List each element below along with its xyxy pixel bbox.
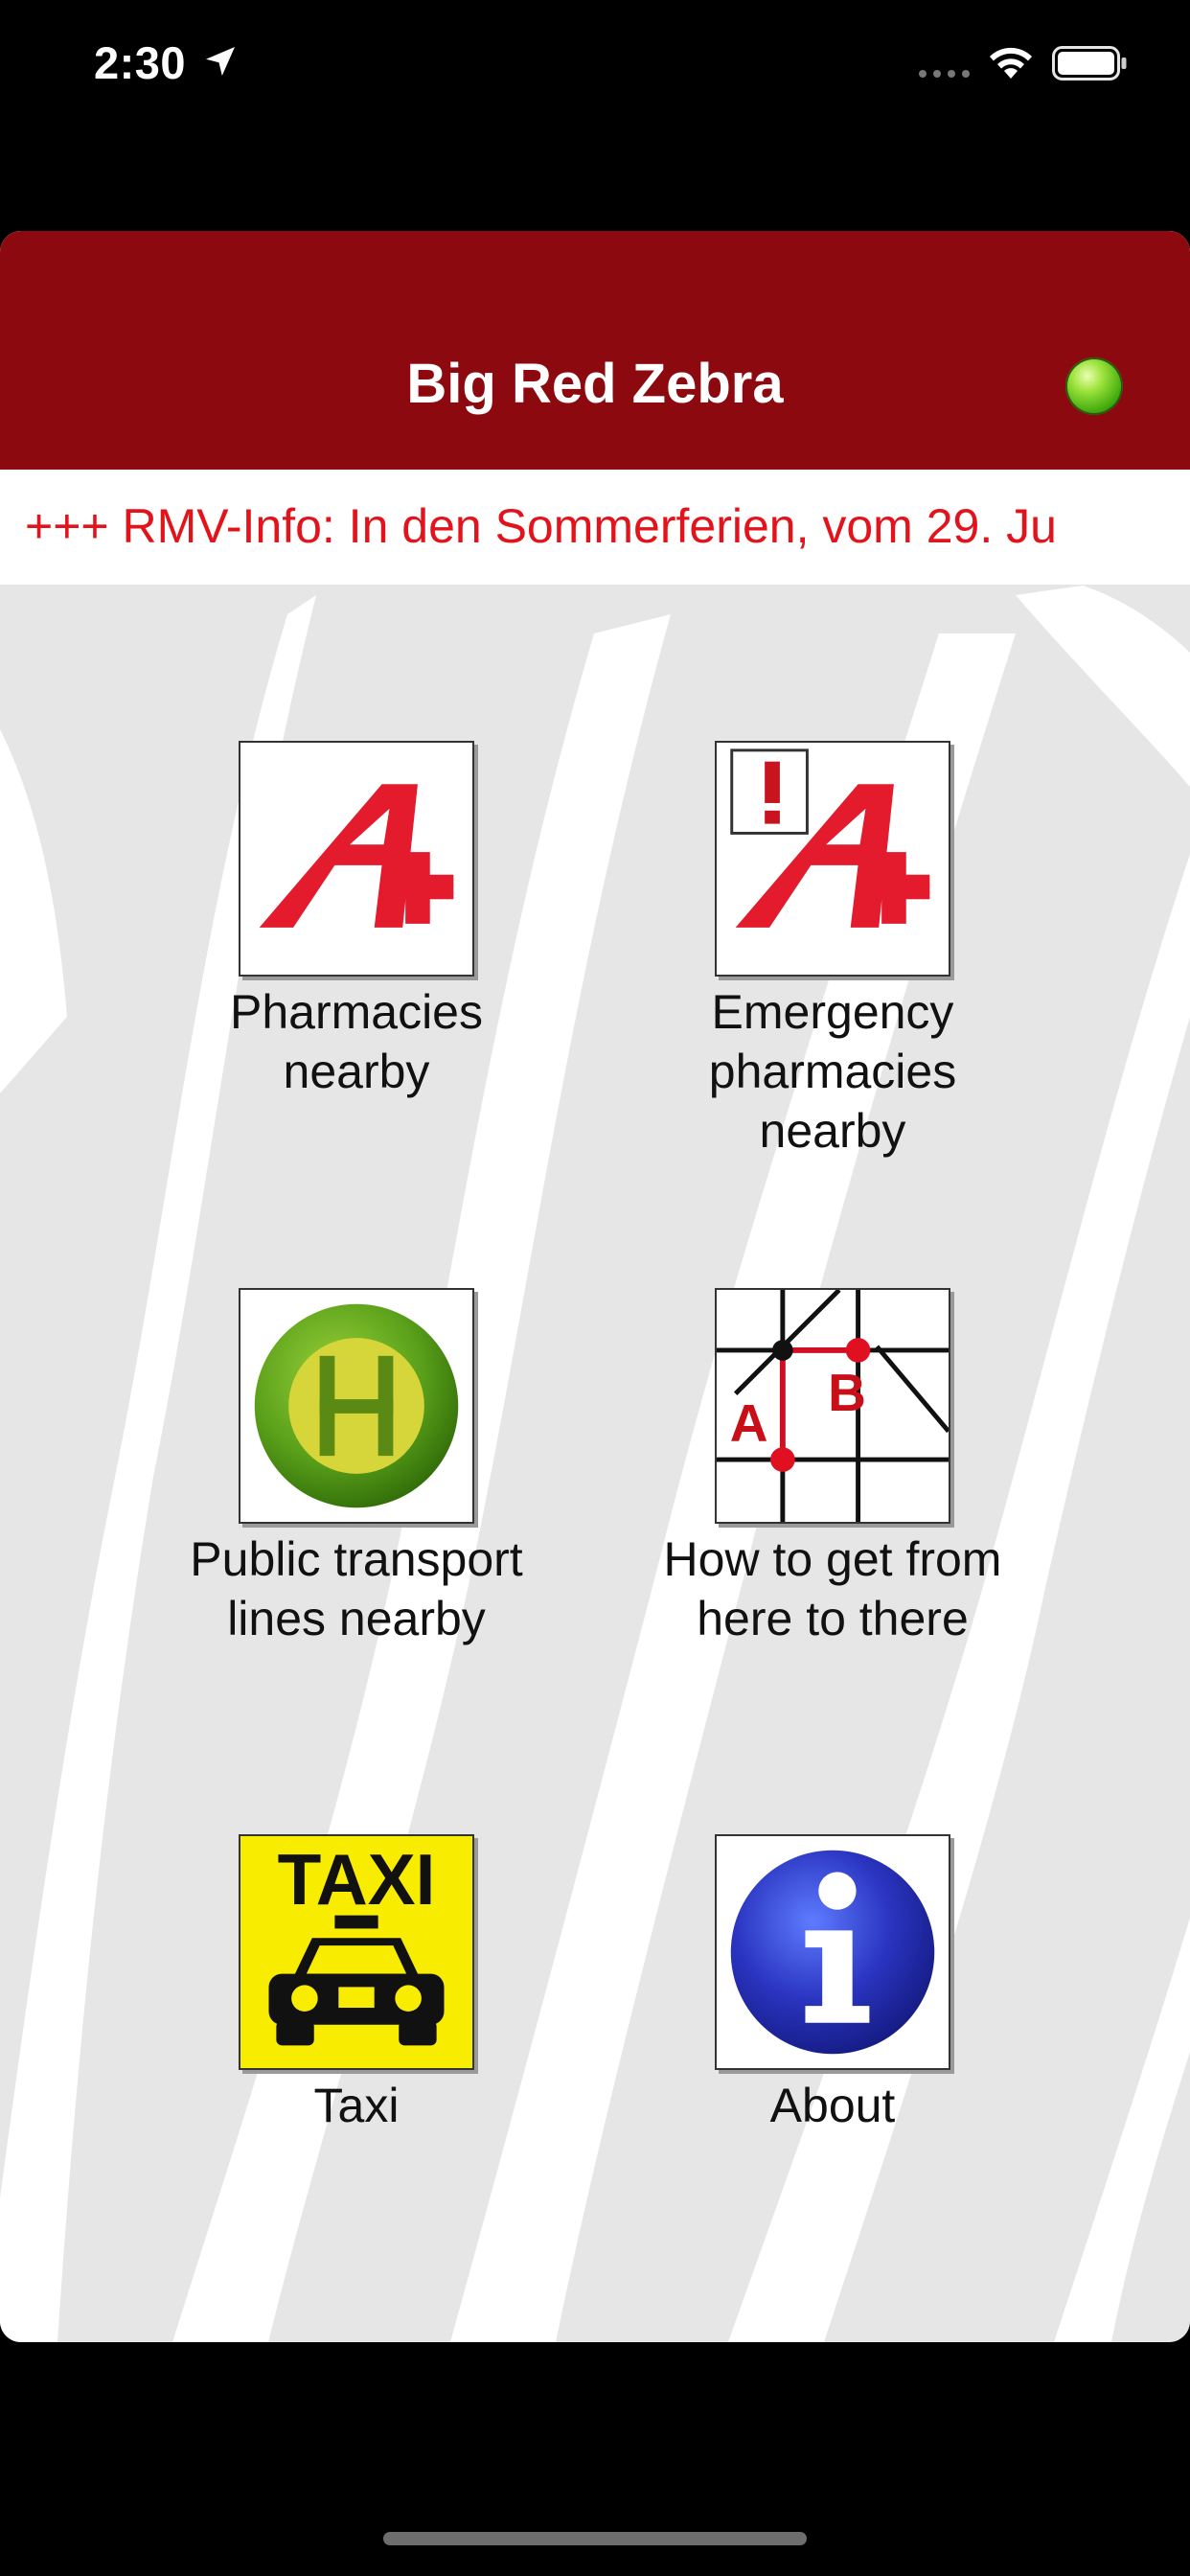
tile-label: How to get from here to there bbox=[663, 1532, 1002, 1645]
svg-text:B: B bbox=[828, 1363, 866, 1422]
status-time: 2:30 bbox=[94, 37, 187, 88]
navigation-bar: Big Red Zebra bbox=[0, 231, 1190, 470]
info-icon bbox=[715, 1834, 950, 2070]
connection-status-indicator bbox=[1065, 357, 1123, 415]
bus-stop-h-icon bbox=[239, 1288, 474, 1524]
cellular-signal-icon bbox=[919, 70, 970, 78]
tile-route-planner[interactable]: A B How to get from here to there bbox=[593, 1288, 1072, 1648]
tile-label: Emergency pharmacies nearby bbox=[708, 985, 957, 1158]
taxi-icon: TAXI bbox=[239, 1834, 474, 2070]
tile-label: Pharmacies nearby bbox=[230, 985, 483, 1098]
tile-public-transport[interactable]: Public transport lines nearby bbox=[117, 1288, 596, 1648]
battery-icon bbox=[1052, 46, 1127, 80]
status-bar: 2:30 bbox=[0, 0, 1190, 134]
tile-label: Public transport lines nearby bbox=[190, 1532, 523, 1645]
tile-label: Taxi bbox=[313, 2079, 400, 2132]
pharmacy-a-plus-icon bbox=[239, 741, 474, 977]
wifi-icon bbox=[990, 47, 1032, 79]
emergency-pharmacy-icon bbox=[715, 741, 950, 977]
tile-taxi[interactable]: TAXI Taxi bbox=[117, 1834, 596, 2135]
home-indicator[interactable] bbox=[383, 2532, 807, 2545]
app-title: Big Red Zebra bbox=[406, 353, 784, 415]
tile-label: About bbox=[769, 2079, 896, 2132]
route-map-icon: A B bbox=[715, 1288, 950, 1524]
news-ticker[interactable]: +++ RMV-Info: In den Sommerferien, vom 2… bbox=[0, 470, 1190, 585]
tile-about[interactable]: About bbox=[593, 1834, 1072, 2135]
news-ticker-text: +++ RMV-Info: In den Sommerferien, vom 2… bbox=[25, 499, 1057, 553]
location-arrow-icon bbox=[206, 47, 235, 76]
taxi-sign-text: TAXI bbox=[278, 1839, 436, 1920]
svg-text:A: A bbox=[730, 1392, 768, 1452]
app-screen: Big Red Zebra +++ RMV-Info: In den Somme… bbox=[0, 231, 1190, 2342]
tile-pharmacies-nearby[interactable]: Pharmacies nearby bbox=[117, 741, 596, 1101]
tile-emergency-pharmacies[interactable]: Emergency pharmacies nearby bbox=[593, 741, 1072, 1161]
